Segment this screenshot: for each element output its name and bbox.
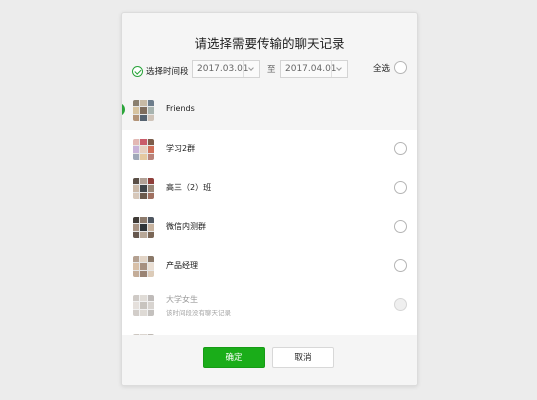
chat-row-study-group[interactable]: 学习2群 [122, 130, 417, 169]
cancel-button[interactable]: 取消 [272, 347, 334, 368]
group-avatar [133, 178, 154, 199]
time-range-label: 选择时间段 [146, 67, 189, 77]
group-avatar [133, 256, 154, 277]
end-date-select[interactable]: 2017.04.01 [280, 60, 348, 78]
dialog-footer: 确定 取消 [122, 335, 417, 385]
dialog-title: 请选择需要传输的聊天记录 [194, 36, 345, 51]
chat-name: 大学女生 [166, 295, 198, 304]
start-date-select[interactable]: 2017.03.01 [192, 60, 260, 78]
start-date-value: 2017.03.01 [197, 64, 249, 74]
chat-row-friends[interactable]: Friends [122, 91, 417, 130]
select-radio[interactable] [394, 220, 407, 233]
group-avatar [133, 217, 154, 238]
chat-name: 学习2群 [166, 144, 196, 153]
chat-row-class[interactable]: 高三（2）班 [122, 169, 417, 208]
date-filter-bar: 选择时间段 2017.03.01 至 2017.04.01 全选 [122, 60, 417, 82]
end-date-value: 2017.04.01 [285, 64, 337, 74]
select-all-label: 全选 [372, 63, 390, 74]
chat-row-university-girls: 大学女生 该时间段没有聊天记录 [122, 286, 417, 325]
chat-name: 高三（2）班 [166, 183, 212, 192]
time-range-toggle[interactable]: 选择时间段 [132, 62, 189, 80]
confirm-button[interactable]: 确定 [203, 347, 265, 368]
select-radio[interactable] [394, 181, 407, 194]
transfer-chat-dialog: 请选择需要传输的聊天记录 选择时间段 2017.03.01 至 2017.04.… [121, 12, 418, 386]
select-all-radio[interactable] [394, 61, 407, 74]
select-radio[interactable] [394, 259, 407, 272]
chat-row-partial[interactable] [122, 325, 417, 335]
no-records-note: 该时间段没有聊天记录 [166, 309, 231, 317]
chat-row-product-manager[interactable]: 产品经理 [122, 247, 417, 286]
selected-check-icon[interactable] [122, 103, 125, 116]
group-avatar [133, 100, 154, 121]
chat-name: 产品经理 [166, 261, 198, 270]
chat-row-beta-group[interactable]: 微信内测群 [122, 208, 417, 247]
select-all-toggle[interactable]: 全选 [373, 61, 407, 74]
chat-name: Friends [166, 104, 195, 113]
chat-name: 微信内测群 [166, 222, 206, 231]
chevron-down-icon [331, 61, 347, 77]
group-avatar [133, 295, 154, 316]
check-circle-icon [132, 65, 143, 77]
date-range-separator: 至 [267, 65, 276, 75]
chat-list[interactable]: Friends 学习2群 高三（2）班 微信内测群 产品经理 大学女生 该时间段… [122, 91, 417, 335]
chevron-down-icon [243, 61, 259, 77]
group-avatar [133, 139, 154, 160]
select-radio[interactable] [394, 142, 407, 155]
select-radio-disabled [394, 298, 407, 311]
